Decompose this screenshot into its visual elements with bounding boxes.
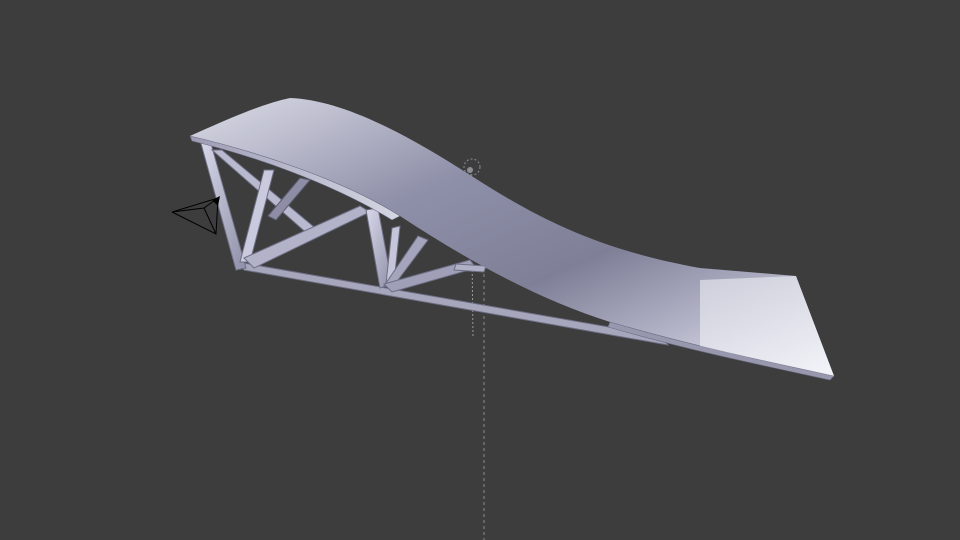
middle-cross: [243, 205, 372, 269]
3d-viewport[interactable]: [0, 0, 960, 540]
object-origin-marker[interactable]: [463, 158, 481, 176]
viewport-canvas[interactable]: [0, 0, 960, 540]
origin-ring: [463, 158, 481, 176]
deck-highlight: [700, 276, 834, 376]
camera-icon[interactable]: [171, 196, 220, 235]
origin-dot: [467, 167, 473, 173]
camera-wire-c: [203, 207, 217, 235]
